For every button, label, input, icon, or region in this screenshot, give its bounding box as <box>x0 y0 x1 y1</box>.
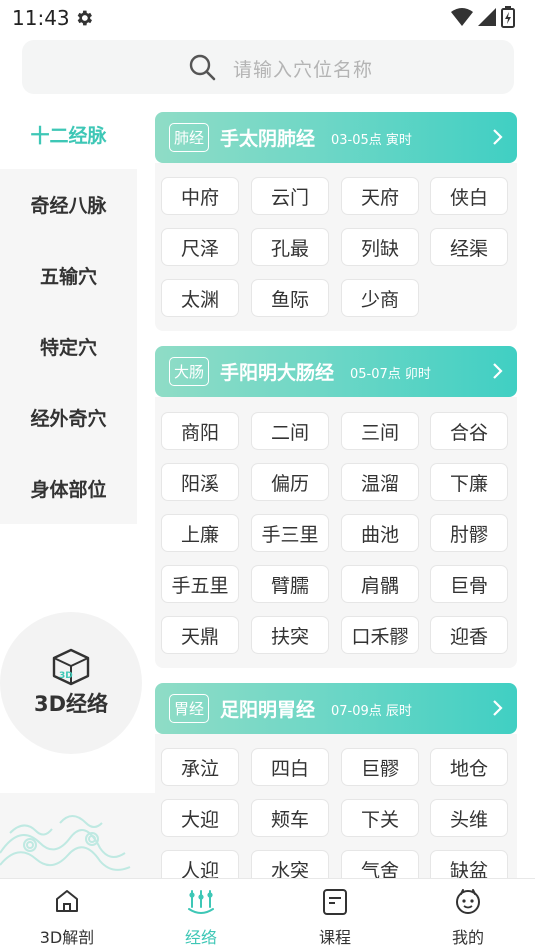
acupoint-button[interactable]: 扶突 <box>251 616 329 654</box>
meridian-content: 肺经 手太阴肺经 03-05点 寅时 中府 云门 天府 侠白 尺泽 孔最 列缺 … <box>155 112 517 878</box>
acupoint-button[interactable]: 经渠 <box>430 228 508 266</box>
course-icon <box>323 889 347 915</box>
signal-icon <box>478 8 496 26</box>
decorative-wave <box>0 793 156 879</box>
acupoint-button[interactable]: 下廉 <box>430 463 508 501</box>
acupoint-button[interactable]: 孔最 <box>251 228 329 266</box>
point-grid-stomach: 承泣 四白 巨髎 地仓 大迎 颊车 下关 头维 人迎 水突 气舍 缺盆 <box>155 734 517 878</box>
gear-icon <box>77 10 92 26</box>
acupoint-button[interactable]: 天鼎 <box>161 616 239 654</box>
acupoint-button[interactable]: 水突 <box>251 850 329 878</box>
meridian-name: 足阳明胃经 <box>220 699 316 721</box>
chevron-right-icon <box>493 700 503 716</box>
meridian-header-lung[interactable]: 肺经 手太阴肺经 03-05点 寅时 <box>155 112 517 163</box>
meridian-name: 手太阴肺经 <box>220 128 316 150</box>
acupoint-button[interactable]: 肩髃 <box>341 565 419 603</box>
acupoint-button[interactable]: 缺盆 <box>430 850 508 878</box>
meridian-time: 05-07点 卯时 <box>350 367 431 382</box>
meridian-time: 03-05点 寅时 <box>331 133 412 148</box>
tab-meridians[interactable]: 经络 <box>134 879 268 951</box>
acupoint-button[interactable]: 气舍 <box>341 850 419 878</box>
sidebar-item-eight-extra-meridians[interactable]: 奇经八脉 <box>0 169 137 240</box>
acupoint-button[interactable]: 迎香 <box>430 616 508 654</box>
tab-profile[interactable]: 我的 <box>401 879 535 951</box>
acupoint-button[interactable]: 合谷 <box>430 412 508 450</box>
acupoint-button[interactable]: 人迎 <box>161 850 239 878</box>
chevron-right-icon <box>493 129 503 145</box>
acupoint-button[interactable]: 天府 <box>341 177 419 215</box>
sidebar-item-extra-points[interactable]: 经外奇穴 <box>0 382 137 453</box>
bottom-tab-bar: 3D解剖 经络 课程 我的 <box>0 878 535 951</box>
acupoint-button[interactable]: 上廉 <box>161 514 239 552</box>
meridian-header-large-intestine[interactable]: 大肠 手阳明大肠经 05-07点 卯时 <box>155 346 517 397</box>
tab-label: 3D解剖 <box>39 928 95 947</box>
acupoint-button[interactable]: 巨髎 <box>341 748 419 786</box>
category-sidebar: 十二经脉 奇经八脉 五输穴 特定穴 经外奇穴 身体部位 <box>0 100 137 524</box>
acupoint-button[interactable]: 中府 <box>161 177 239 215</box>
battery-icon <box>501 6 515 28</box>
search-placeholder[interactable]: 请输入穴位名称 <box>233 55 373 82</box>
meridian-header-stomach[interactable]: 胃经 足阳明胃经 07-09点 辰时 <box>155 683 517 734</box>
acupoint-button[interactable]: 温溜 <box>341 463 419 501</box>
acupoint-button[interactable]: 手三里 <box>251 514 329 552</box>
acupoint-button[interactable]: 肘髎 <box>430 514 508 552</box>
acupoint-button[interactable]: 曲池 <box>341 514 419 552</box>
meridian-time: 07-09点 辰时 <box>331 704 412 719</box>
tab-label: 课程 <box>318 928 351 947</box>
svg-text:3D: 3D <box>59 671 73 681</box>
acupoint-button[interactable]: 巨骨 <box>430 565 508 603</box>
acupoint-button[interactable]: 地仓 <box>430 748 508 786</box>
acupoint-button[interactable]: 商阳 <box>161 412 239 450</box>
acupoint-button[interactable]: 三间 <box>341 412 419 450</box>
tab-courses[interactable]: 课程 <box>268 879 402 951</box>
search-icon <box>189 54 216 81</box>
point-grid-lung: 中府 云门 天府 侠白 尺泽 孔最 列缺 经渠 太渊 鱼际 少商 <box>155 163 517 331</box>
acupoint-button[interactable]: 四白 <box>251 748 329 786</box>
cube-icon: 3D <box>52 648 90 686</box>
sidebar-item-specific-points[interactable]: 特定穴 <box>0 311 137 382</box>
sidebar-item-five-shu-points[interactable]: 五输穴 <box>0 240 137 311</box>
meridian-icon <box>188 890 214 914</box>
acupoint-button[interactable]: 承泣 <box>161 748 239 786</box>
wave-pattern-icon <box>0 815 131 871</box>
acupoint-button[interactable]: 列缺 <box>341 228 419 266</box>
point-grid-large-intestine: 商阳 二间 三间 合谷 阳溪 偏历 温溜 下廉 上廉 手三里 曲池 肘髎 手五里… <box>155 397 517 668</box>
wifi-icon <box>451 8 473 26</box>
sidebar-item-twelve-meridians[interactable]: 十二经脉 <box>0 100 137 169</box>
acupoint-button[interactable]: 云门 <box>251 177 329 215</box>
acupoint-button[interactable]: 侠白 <box>430 177 508 215</box>
system-icons <box>451 6 515 28</box>
profile-icon <box>456 889 480 914</box>
acupoint-button[interactable]: 太渊 <box>161 279 239 317</box>
status-bar: 11:43 <box>0 0 535 36</box>
meridian-badge: 大肠 <box>169 357 209 386</box>
acupoint-button[interactable]: 大迎 <box>161 799 239 837</box>
house-icon <box>56 890 78 912</box>
search-bar[interactable]: 请输入穴位名称 <box>22 40 514 94</box>
acupoint-button[interactable]: 鱼际 <box>251 279 329 317</box>
acupoint-button[interactable]: 手五里 <box>161 565 239 603</box>
acupoint-button[interactable]: 臂臑 <box>251 565 329 603</box>
tab-label: 我的 <box>451 928 484 947</box>
acupoint-button[interactable]: 下关 <box>341 799 419 837</box>
sidebar-item-body-parts[interactable]: 身体部位 <box>0 453 137 524</box>
status-time: 11:43 <box>12 6 70 30</box>
acupoint-button[interactable]: 二间 <box>251 412 329 450</box>
meridian-badge: 肺经 <box>169 123 209 152</box>
acupoint-button[interactable]: 颊车 <box>251 799 329 837</box>
3d-meridian-button[interactable]: 3D 3D经络 <box>0 612 142 754</box>
acupoint-button[interactable]: 尺泽 <box>161 228 239 266</box>
acupoint-button[interactable]: 偏历 <box>251 463 329 501</box>
meridian-name: 手阳明大肠经 <box>220 362 335 384</box>
acupoint-button[interactable]: 头维 <box>430 799 508 837</box>
acupoint-button[interactable]: 少商 <box>341 279 419 317</box>
acupoint-button[interactable]: 阳溪 <box>161 463 239 501</box>
tab-label: 经络 <box>184 928 217 947</box>
acupoint-button[interactable]: 口禾髎 <box>341 616 419 654</box>
chevron-right-icon <box>493 363 503 379</box>
meridian-badge: 胃经 <box>169 694 209 723</box>
tab-3d-anatomy[interactable]: 3D解剖 <box>0 879 134 951</box>
3d-meridian-label: 3D经络 <box>33 692 109 716</box>
